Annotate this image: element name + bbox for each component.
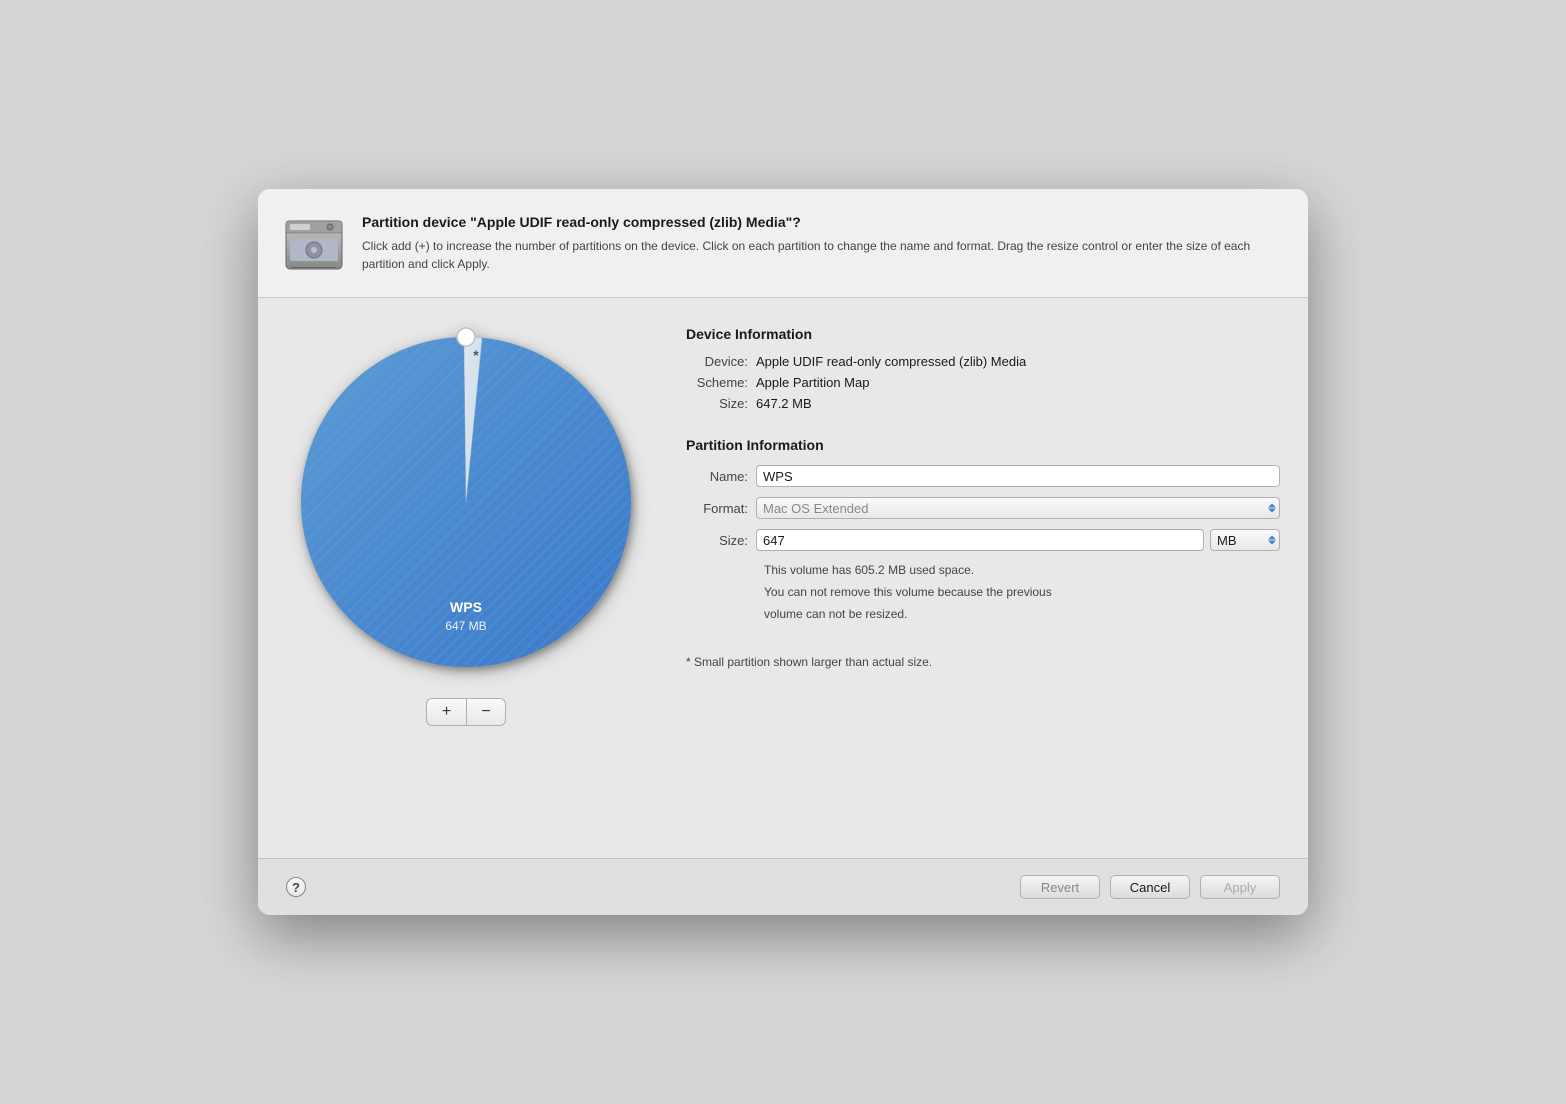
partition-size-input[interactable]: [756, 529, 1204, 551]
device-value: Apple UDIF read-only compressed (zlib) M…: [756, 354, 1026, 369]
cancel-button[interactable]: Cancel: [1110, 875, 1190, 899]
note-line1: This volume has 605.2 MB used space.: [764, 561, 1244, 579]
device-size-label: Size:: [686, 396, 756, 411]
svg-text:647 MB: 647 MB: [445, 619, 486, 633]
info-panel: Device Information Device: Apple UDIF re…: [686, 322, 1280, 834]
name-form-label: Name:: [686, 469, 756, 484]
scheme-row: Scheme: Apple Partition Map: [686, 375, 1280, 390]
dialog-header: Partition device "Apple UDIF read-only c…: [258, 189, 1308, 298]
partition-controls: + −: [426, 698, 506, 726]
device-row: Device: Apple UDIF read-only compressed …: [686, 354, 1280, 369]
svg-text:*: *: [473, 347, 479, 363]
unit-select[interactable]: MB GB TB: [1210, 529, 1280, 551]
name-form-row: Name:: [686, 465, 1280, 487]
footer-left: ?: [286, 877, 306, 897]
note-container: This volume has 605.2 MB used space. You…: [764, 561, 1280, 623]
format-select-container: Mac OS Extended Mac OS Extended Mac OS E…: [756, 497, 1280, 519]
size-form-row: Size: MB GB TB: [686, 529, 1280, 551]
add-partition-button[interactable]: +: [426, 698, 466, 726]
size-row: Size: 647.2 MB: [686, 396, 1280, 411]
header-text: Partition device "Apple UDIF read-only c…: [362, 213, 1280, 273]
partition-name-input[interactable]: [756, 465, 1280, 487]
partition-dialog: Partition device "Apple UDIF read-only c…: [258, 189, 1308, 915]
format-select[interactable]: Mac OS Extended Mac OS Extended Mac OS E…: [756, 497, 1280, 519]
remove-partition-button[interactable]: −: [466, 698, 506, 726]
size-form-label: Size:: [686, 533, 756, 548]
pie-container: * WPS 647 MB: [286, 322, 646, 682]
chart-area: * WPS 647 MB + −: [286, 322, 646, 834]
svg-text:WPS: WPS: [450, 599, 482, 615]
note-line2: You can not remove this volume because t…: [764, 583, 1244, 601]
format-form-row: Format: Mac OS Extended Mac OS Extended …: [686, 497, 1280, 519]
partition-pie-chart: * WPS 647 MB: [286, 322, 646, 682]
scheme-label: Scheme:: [686, 375, 756, 390]
device-size-value: 647.2 MB: [756, 396, 812, 411]
footer-buttons: Revert Cancel Apply: [1020, 875, 1280, 899]
dialog-footer: ? Revert Cancel Apply: [258, 858, 1308, 915]
apply-button[interactable]: Apply: [1200, 875, 1280, 899]
revert-button[interactable]: Revert: [1020, 875, 1100, 899]
main-content: * WPS 647 MB + − Device Information Devi…: [258, 298, 1308, 858]
scheme-value: Apple Partition Map: [756, 375, 869, 390]
unit-select-container: MB GB TB: [1210, 529, 1280, 551]
dialog-title: Partition device "Apple UDIF read-only c…: [362, 213, 1280, 231]
small-note: * Small partition shown larger than actu…: [686, 655, 1280, 669]
device-info-title: Device Information: [686, 326, 1280, 342]
note-line3: volume can not be resized.: [764, 605, 1244, 623]
device-label: Device:: [686, 354, 756, 369]
dialog-description: Click add (+) to increase the number of …: [362, 237, 1280, 273]
disk-icon: [282, 213, 346, 277]
resize-handle[interactable]: [457, 328, 475, 346]
help-button[interactable]: ?: [286, 877, 306, 897]
format-form-label: Format:: [686, 501, 756, 516]
partition-info-title: Partition Information: [686, 437, 1280, 453]
